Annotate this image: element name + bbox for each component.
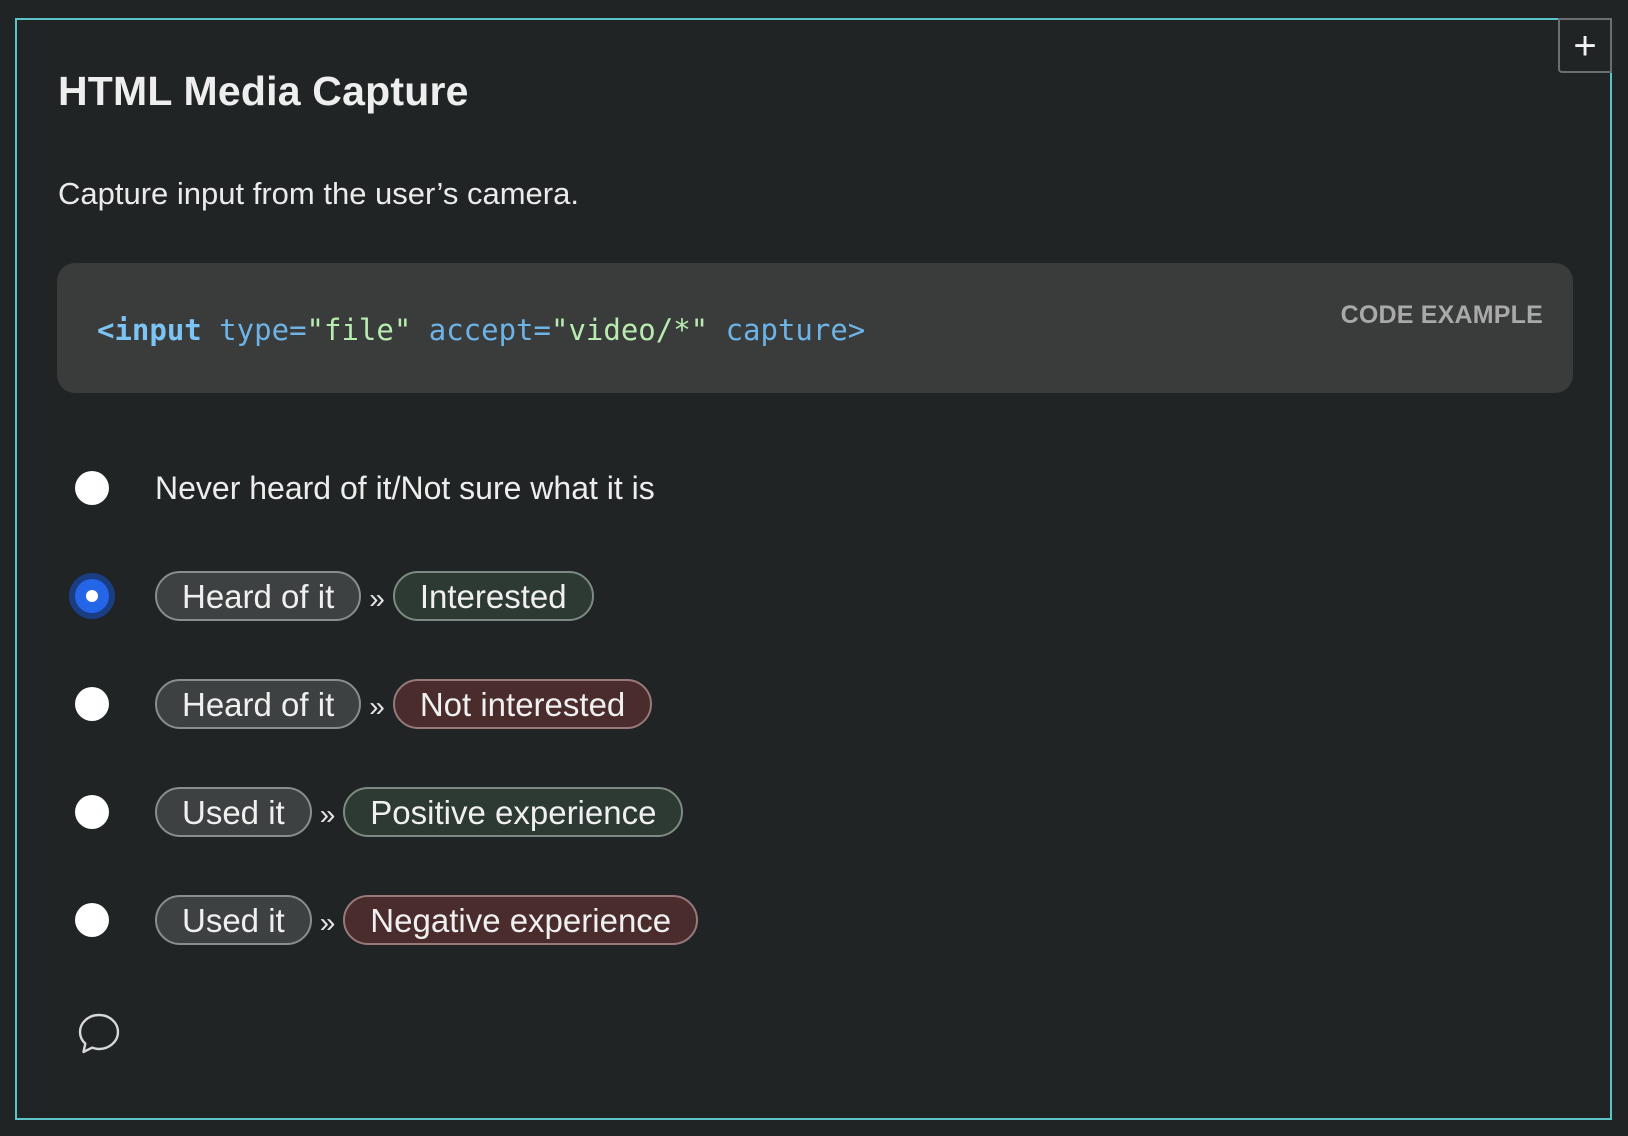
speech-bubble-icon[interactable] [77,1012,121,1056]
feature-title: HTML Media Capture [58,68,469,114]
code-example-box: <input type="file" accept="video/*" capt… [57,263,1573,393]
code-tag: <input [97,313,202,347]
chip-heard-of-it: Heard of it [155,571,362,621]
chip-positive-experience: Positive experience [343,787,684,837]
separator: » [369,583,385,614]
radio-button[interactable] [75,687,109,721]
plus-icon: + [1573,23,1597,68]
code-attr-capture: capture> [708,313,866,347]
radio-button[interactable] [75,903,109,937]
code-value-video: "video/*" [550,313,709,347]
chip-interested: Interested [392,571,594,621]
feature-description: Capture input from the user’s camera. [58,176,579,211]
code-example-label: CODE EXAMPLE [1340,301,1543,329]
option-chips: Used it » Positive experience [155,787,684,837]
code-attr-accept: accept= [411,313,551,347]
radio-button[interactable] [75,471,109,505]
chip-used-it: Used it [155,895,312,945]
radio-button[interactable] [75,795,109,829]
chip-negative-experience: Negative experience [343,895,699,945]
option-chips: Used it » Negative experience [155,895,699,945]
chip-heard-of-it: Heard of it [155,679,362,729]
radio-button-selected[interactable] [75,579,109,613]
separator: » [319,799,336,830]
option-chips: Heard of it » Not interested [155,679,653,729]
separator: » [319,907,336,938]
code-value-file: "file" [306,313,412,347]
chip-used-it: Used it [155,787,312,837]
option-chips: Heard of it » Interested [155,571,594,621]
code-snippet: <input type="file" accept="video/*" capt… [97,313,865,347]
expand-button[interactable]: + [1558,18,1612,73]
option-label: Never heard of it/Not sure what it is [155,469,655,506]
feature-card: + HTML Media Capture Capture input from … [15,18,1612,1120]
code-attr-type: type= [201,313,307,347]
separator: » [369,691,385,722]
chip-not-interested: Not interested [392,679,653,729]
